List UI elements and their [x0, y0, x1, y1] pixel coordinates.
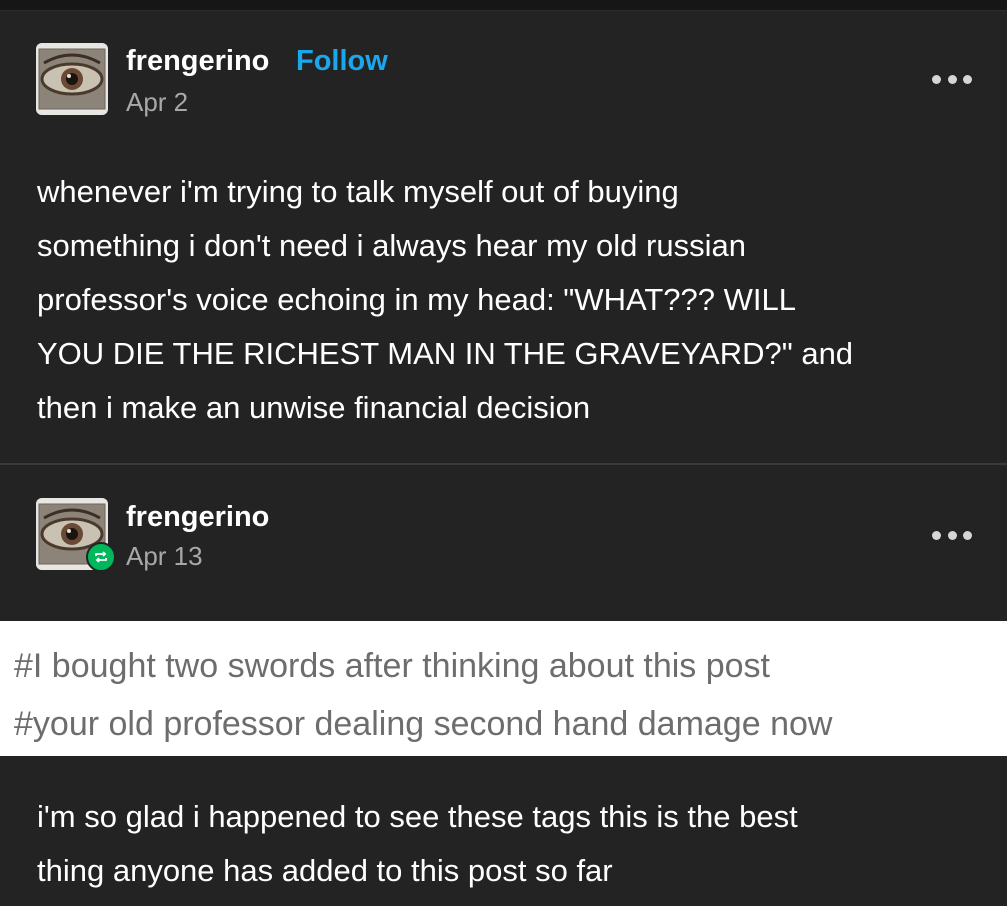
top-bar	[0, 0, 1007, 11]
eye-mosaic-icon	[36, 43, 108, 115]
body-line: i'm so glad i happened to see these tags…	[37, 799, 798, 834]
body-line: YOU DIE THE RICHEST MAN IN THE GRAVEYARD…	[37, 336, 854, 371]
post-original: frengerino Follow Apr 2 whenever i'm try…	[0, 11, 1007, 463]
post-username[interactable]: frengerino	[126, 45, 269, 78]
reblog-arrows-icon	[95, 551, 107, 563]
body-line: professor's voice echoing in my head: "W…	[37, 282, 796, 317]
tags-screenshot: #I bought two swords after thinking abou…	[0, 621, 1007, 756]
follow-button[interactable]: Follow	[296, 45, 388, 78]
body-line: then i make an unwise financial decision	[37, 390, 591, 425]
body-line: whenever i'm trying to talk myself out o…	[37, 174, 679, 209]
post-body: i'm so glad i happened to see these tags…	[37, 790, 987, 898]
user-avatar[interactable]	[36, 43, 108, 115]
post-body: whenever i'm trying to talk myself out o…	[37, 165, 987, 435]
more-dot	[932, 530, 941, 540]
more-options-icon[interactable]	[932, 525, 972, 545]
more-dot	[963, 74, 972, 84]
more-dot	[947, 530, 957, 540]
post-date[interactable]: Apr 13	[126, 541, 203, 572]
more-dot	[932, 74, 941, 84]
more-dot	[963, 530, 972, 540]
body-line: something i don't need i always hear my …	[37, 228, 746, 263]
post-date[interactable]: Apr 2	[126, 87, 188, 118]
reblog-icon	[86, 542, 116, 572]
tag-item: #I bought two swords after thinking abou…	[14, 647, 771, 685]
user-avatar[interactable]	[36, 498, 116, 572]
more-dot	[947, 74, 957, 84]
body-line: thing anyone has added to this post so f…	[37, 853, 613, 888]
post-reblog: frengerino Apr 13 #I bought two swords a…	[0, 465, 1007, 906]
post-username[interactable]: frengerino	[126, 501, 269, 534]
more-options-icon[interactable]	[932, 69, 972, 89]
tag-item: #your old professor dealing second hand …	[14, 705, 833, 743]
